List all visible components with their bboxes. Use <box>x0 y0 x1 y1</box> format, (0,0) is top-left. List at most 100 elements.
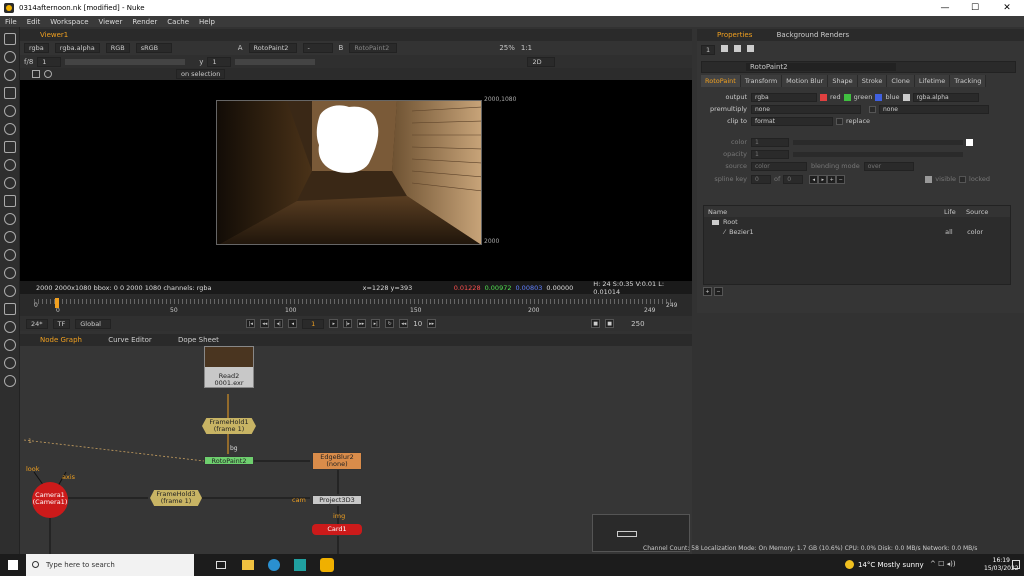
card1-node[interactable]: Card1 <box>312 524 362 535</box>
color-icon[interactable] <box>4 105 16 117</box>
end-frame-value[interactable]: 250 <box>631 320 644 328</box>
channel-icon[interactable] <box>4 87 16 99</box>
blue-checkbox[interactable] <box>875 93 883 101</box>
increment-value[interactable]: 10 <box>413 320 422 328</box>
lock-icon[interactable] <box>721 45 729 52</box>
merge-icon[interactable] <box>4 159 16 171</box>
node-graph-canvas[interactable]: Read2 0001.exr FrameHold1 (frame 1) Roto… <box>20 346 692 554</box>
flipbook-button[interactable]: ■ <box>605 319 615 328</box>
keyer-icon[interactable] <box>4 141 16 153</box>
subtab-motion-blur[interactable]: Motion Blur <box>782 75 829 87</box>
3d-icon[interactable] <box>4 195 16 207</box>
framehold3-node[interactable]: FrameHold3 (frame 1) <box>150 490 202 506</box>
node-name-field[interactable]: RotoPaint2 <box>746 63 896 71</box>
system-tray[interactable]: ^ ☐ ◂)) <box>930 560 956 568</box>
paint-icon[interactable] <box>44 70 52 78</box>
menu-render[interactable]: Render <box>127 18 162 26</box>
next-frame-button[interactable]: |▸ <box>343 319 353 328</box>
prev-key-button[interactable]: ◂◂ <box>260 319 270 328</box>
render-button[interactable]: ■ <box>591 319 601 328</box>
clock-icon[interactable] <box>4 69 16 81</box>
filter-icon[interactable] <box>4 123 16 135</box>
project3d3-node[interactable]: Project3D3 <box>312 495 362 505</box>
tab-viewer1[interactable]: Viewer1 <box>34 29 74 41</box>
delete-key-icon[interactable]: − <box>836 174 846 184</box>
zoom-value[interactable]: 25% <box>499 44 515 52</box>
subtab-lifetime[interactable]: Lifetime <box>914 75 951 87</box>
visible-checkbox[interactable] <box>925 175 933 183</box>
alpha-dropdown[interactable]: rgba.alpha <box>54 43 100 53</box>
skip-back-button[interactable]: ◂◂ <box>399 319 409 328</box>
subtab-stroke[interactable]: Stroke <box>857 75 888 87</box>
premultiply-dropdown-2[interactable]: none <box>879 104 989 114</box>
on-selection-dropdown[interactable]: on selection <box>176 69 226 79</box>
subtab-transform[interactable]: Transform <box>740 75 783 87</box>
skip-forward-button[interactable]: ▸▸ <box>427 319 437 328</box>
menu-file[interactable]: File <box>0 18 22 26</box>
first-frame-button[interactable]: |◂ <box>246 319 256 328</box>
replace-checkbox[interactable] <box>836 117 843 125</box>
opacity-field[interactable]: 1 <box>751 149 789 159</box>
subtab-tracking[interactable]: Tracking <box>950 75 987 87</box>
pin-icon[interactable] <box>747 45 755 52</box>
ocula-icon[interactable] <box>4 375 16 387</box>
lut-dropdown[interactable]: sRGB <box>135 43 172 53</box>
shape-layer-list[interactable]: Name Life Source Root ⁄ Bezier1 all colo… <box>703 205 1011 285</box>
menu-cache[interactable]: Cache <box>162 18 194 26</box>
premultiply-dropdown[interactable]: none <box>751 104 861 114</box>
gamma-field[interactable]: 1 <box>207 56 232 67</box>
prev-frame-button[interactable]: ◂| <box>274 319 284 328</box>
minimap-viewport[interactable] <box>617 531 637 537</box>
spline-key-field[interactable]: 0 <box>751 174 771 184</box>
other-icon[interactable] <box>4 303 16 315</box>
nuke-nodes-icon[interactable] <box>4 339 16 351</box>
edge-browser-icon[interactable] <box>268 559 280 571</box>
colorspace-dropdown[interactable]: RGB <box>105 43 130 53</box>
furnace-icon[interactable] <box>4 321 16 333</box>
tab-node-graph[interactable]: Node Graph <box>34 334 88 346</box>
color-slider[interactable] <box>793 139 963 145</box>
ratio-value[interactable]: 1:1 <box>521 44 532 52</box>
menu-viewer[interactable]: Viewer <box>94 18 128 26</box>
menu-edit[interactable]: Edit <box>22 18 46 26</box>
subtab-clone[interactable]: Clone <box>887 75 915 87</box>
cara-icon[interactable] <box>4 357 16 369</box>
tab-dope-sheet[interactable]: Dope Sheet <box>172 334 225 346</box>
loop-button[interactable]: ↻ <box>385 319 395 328</box>
source-dropdown[interactable]: color <box>751 161 807 171</box>
color-swatch[interactable] <box>966 138 973 146</box>
blending-dropdown[interactable]: over <box>863 161 914 171</box>
timeline-playhead[interactable] <box>55 298 59 308</box>
maximize-button[interactable]: ☐ <box>960 0 990 16</box>
clip-to-dropdown[interactable]: format <box>751 116 833 126</box>
transform-icon[interactable] <box>4 177 16 189</box>
add-layer-button[interactable]: + <box>703 287 712 296</box>
particles-icon[interactable] <box>4 213 16 225</box>
alpha-checkbox[interactable] <box>902 93 910 101</box>
layer-row-bezier1[interactable]: ⁄ Bezier1 all color <box>704 227 1010 237</box>
next-key-button[interactable]: ▸▸ <box>357 319 367 328</box>
menu-help[interactable]: Help <box>194 18 220 26</box>
spline-total-field[interactable]: 0 <box>783 174 804 184</box>
subtab-shape[interactable]: Shape <box>828 75 858 87</box>
camera1-node[interactable]: Camera1 (Camera1) <box>32 482 68 518</box>
clear-icon[interactable] <box>734 45 742 52</box>
next-key-icon[interactable]: ▸ <box>818 174 828 184</box>
metadata-icon[interactable] <box>4 267 16 279</box>
task-view-icon[interactable] <box>216 561 226 569</box>
frame-field[interactable]: f/8 <box>24 58 33 66</box>
global-dropdown[interactable]: Global <box>75 318 112 329</box>
tf-dropdown[interactable]: TF <box>52 318 71 329</box>
opacity-slider[interactable] <box>793 151 963 157</box>
current-frame-field[interactable]: 1 <box>302 318 325 329</box>
gamma-slider[interactable] <box>235 58 316 65</box>
rotopaint2-node[interactable]: RotoPaint2 <box>204 456 254 465</box>
file-explorer-icon[interactable] <box>242 560 254 570</box>
layer-row-root[interactable]: Root <box>704 217 1010 227</box>
green-checkbox[interactable] <box>843 93 851 101</box>
close-button[interactable]: ✕ <box>992 0 1022 16</box>
add-key-icon[interactable]: + <box>827 174 837 184</box>
alpha-channel-dropdown[interactable]: rgba.alpha <box>912 92 979 102</box>
play-backward-button[interactable]: ◂ <box>288 319 298 328</box>
subtab-rotopaint[interactable]: RotoPaint <box>701 75 741 87</box>
